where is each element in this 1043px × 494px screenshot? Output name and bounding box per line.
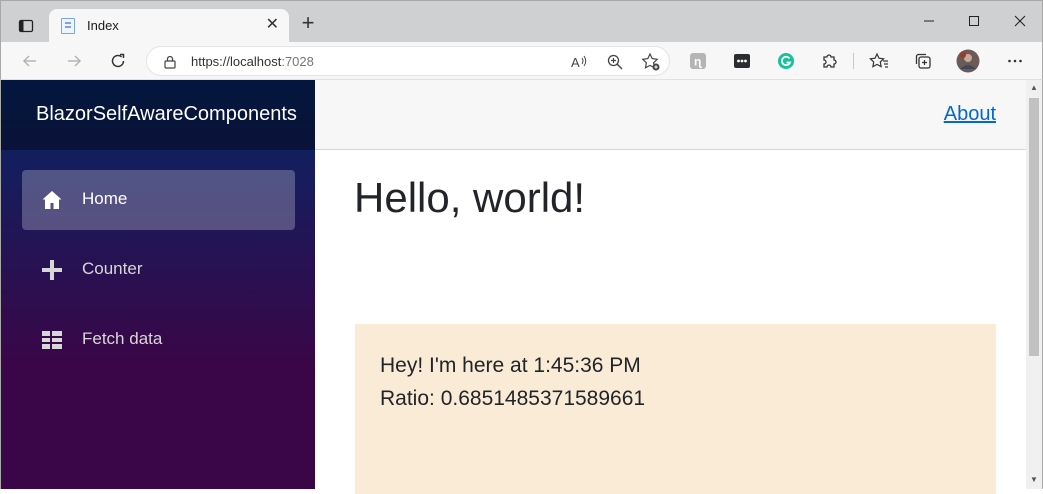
lock-icon[interactable] xyxy=(163,54,177,70)
list-icon xyxy=(42,331,62,349)
extension-dots-icon xyxy=(734,54,750,68)
close-icon xyxy=(1014,15,1026,27)
refresh-icon xyxy=(111,53,125,68)
more-icon xyxy=(1008,59,1022,63)
tab-actions-icon xyxy=(18,19,34,33)
toolbar-divider xyxy=(853,53,854,69)
collections-button[interactable] xyxy=(913,51,933,71)
url-host: https://localhost xyxy=(191,54,282,69)
top-row: About xyxy=(315,80,1027,150)
brand-bar: BlazorSelfAwareComponents xyxy=(1,80,315,150)
page-title: Hello, world! xyxy=(354,174,586,221)
minimize-button[interactable] xyxy=(914,9,944,35)
tab-actions-button[interactable] xyxy=(11,11,41,41)
back-arrow-icon xyxy=(22,55,36,67)
brand-link[interactable]: BlazorSelfAwareComponents xyxy=(36,103,297,126)
nav-item-label: Fetch data xyxy=(82,329,163,348)
svg-text:A: A xyxy=(571,55,580,70)
grammarly-button[interactable] xyxy=(776,51,796,71)
add-favorite-icon[interactable] xyxy=(641,52,661,72)
address-bar[interactable]: https://localhost:7028 A xyxy=(146,46,670,76)
nav-item-label: Home xyxy=(82,189,128,208)
nav-item-counter[interactable]: Counter xyxy=(22,240,295,300)
page-viewport: BlazorSelfAwareComponents Home Counter F… xyxy=(0,80,1043,494)
message-panel: Hey! I'm here at 1:45:36 PM Ratio: 0.685… xyxy=(355,324,996,494)
zoom-icon[interactable] xyxy=(606,53,624,71)
read-aloud-icon[interactable]: A xyxy=(570,53,588,71)
settings-menu-button[interactable] xyxy=(1005,51,1025,71)
puzzle-icon xyxy=(823,54,837,68)
url-port: :7028 xyxy=(281,54,314,69)
favorites-icon xyxy=(869,52,888,68)
collections-icon xyxy=(915,53,931,69)
maximize-button[interactable] xyxy=(959,9,989,35)
about-link[interactable]: About xyxy=(944,103,996,126)
page-favicon-icon xyxy=(61,18,75,34)
scroll-thumb[interactable] xyxy=(1029,98,1039,356)
message-time: Hey! I'm here at 1:45:36 PM xyxy=(380,354,641,377)
scroll-down-icon[interactable]: ▼ xyxy=(1029,475,1039,485)
scroll-up-icon[interactable]: ▲ xyxy=(1029,83,1039,93)
forward-arrow-icon xyxy=(68,55,82,67)
extensions-button[interactable] xyxy=(820,51,840,71)
browser-titlebar: Index ✕ + xyxy=(0,0,1043,43)
svg-text:ɳ: ɳ xyxy=(694,55,702,69)
nav-item-label: Counter xyxy=(82,259,143,278)
message-ratio: Ratio: 0.6851485371589661 xyxy=(380,387,646,410)
vertical-scrollbar[interactable]: ▲ ▼ xyxy=(1026,80,1042,489)
forward-button[interactable] xyxy=(62,49,86,73)
favorites-button[interactable] xyxy=(869,51,889,71)
sidebar: BlazorSelfAwareComponents Home Counter F… xyxy=(1,80,315,489)
avatar xyxy=(956,49,980,73)
browser-toolbar: https://localhost:7028 A ɳ xyxy=(0,42,1043,80)
extension-1-button[interactable]: ɳ xyxy=(688,51,708,71)
main-content: About Hello, world! Hey! I'm here at 1:4… xyxy=(315,80,1027,494)
new-tab-button[interactable]: + xyxy=(297,12,319,34)
nav-item-home[interactable]: Home xyxy=(22,170,295,230)
back-button[interactable] xyxy=(18,49,42,73)
plus-icon xyxy=(42,260,62,280)
maximize-icon xyxy=(969,16,979,26)
profile-button[interactable] xyxy=(956,49,980,73)
url-text[interactable]: https://localhost:7028 xyxy=(191,54,314,69)
minimize-icon xyxy=(924,20,934,22)
nav-item-fetch-data[interactable]: Fetch data xyxy=(22,310,295,370)
browser-tab[interactable]: Index ✕ xyxy=(49,9,289,43)
tab-title: Index xyxy=(87,18,119,33)
tab-close-button[interactable]: ✕ xyxy=(266,16,279,34)
refresh-button[interactable] xyxy=(106,49,130,73)
extension-n-icon: ɳ xyxy=(690,53,706,69)
grammarly-icon xyxy=(778,53,794,69)
home-icon xyxy=(42,191,62,209)
window-close-button[interactable] xyxy=(1005,9,1035,35)
extension-2-button[interactable] xyxy=(732,51,752,71)
